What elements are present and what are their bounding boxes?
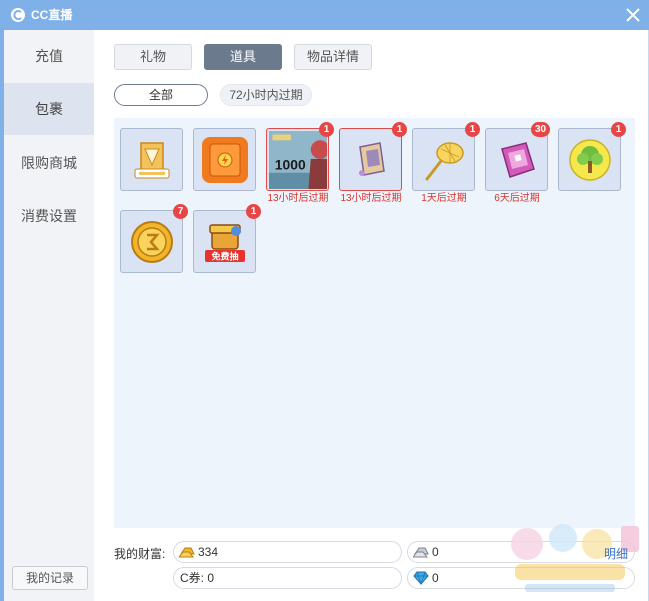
silver-ingot-icon [413,547,429,558]
item-count-badge: 1 [611,122,626,137]
item-count-badge: 7 [173,204,188,219]
item-slot[interactable]: 免费抽 [193,210,256,273]
free-draw-icon: 免费抽 [205,224,245,263]
red-envelope-icon [202,137,248,183]
sidebar: 充值 包裹 限购商城 消费设置 我的记录 [4,30,94,601]
item-expire-text: 13小时后过期 [340,193,402,204]
item-count-badge: 1 [465,122,480,137]
item-slot[interactable] [193,128,256,191]
c-coupon-value: C券: 0 [180,571,215,585]
cc-logo-icon [11,8,25,22]
title-bar: CC直播 [0,0,649,30]
sidebar-item-consume-settings[interactable]: 消费设置 [4,190,94,242]
item-count-badge: 1 [246,204,261,219]
item-slot[interactable] [412,128,475,191]
diamond-value: 0 [432,571,439,585]
item-count-badge: 1 [319,122,334,137]
tree-icon [569,139,611,181]
tab-item-details[interactable]: 物品详情 [294,44,372,70]
item-expire-text: 13小时后过期 [267,193,329,204]
tab-gifts[interactable]: 礼物 [114,44,192,70]
scroll-icon [359,142,385,176]
item-grid: 1000 免费抽 1 1 1 30 1 7 1 13小时后过期 13小时后过期 … [114,118,635,528]
item-slot[interactable] [120,128,183,191]
my-records-button[interactable]: 我的记录 [12,566,88,590]
card-1000-icon: 1000 [269,131,327,189]
free-draw-label: 免费抽 [211,251,238,263]
item-slot[interactable]: 1000 [266,128,329,191]
tab-props[interactable]: 道具 [204,44,282,70]
close-icon[interactable] [623,5,643,25]
item-expire-text: 1天后过期 [421,193,467,204]
wealth-detail-link[interactable]: 明细 [604,546,628,562]
card-value-text: 1000 [275,156,306,172]
item-count-badge: 1 [392,122,407,137]
item-count-badge: 30 [531,122,551,137]
ticket-icon [134,142,170,179]
item-expire-text: 6天后过期 [494,193,540,204]
gold-ingot-icon [179,547,195,558]
gold-balance: 334 [173,541,402,563]
sidebar-item-limited-shop[interactable]: 限购商城 [4,137,94,189]
butterfly-net-icon [425,142,464,181]
wealth-label: 我的财富: [114,547,166,561]
gold-coin-icon [131,221,173,263]
book-icon [501,142,535,178]
window-title: CC直播 [31,8,73,22]
silver-value: 0 [432,545,439,559]
c-coupon-balance: C券: 0 [173,567,402,589]
diamond-icon [413,571,429,585]
item-slot[interactable] [485,128,548,191]
sidebar-item-package[interactable]: 包裹 [4,83,94,135]
filter-all[interactable]: 全部 [114,84,208,106]
item-slot[interactable] [558,128,621,191]
item-slot[interactable] [339,128,402,191]
gold-value: 334 [198,545,219,559]
sidebar-item-recharge[interactable]: 充值 [4,30,94,82]
item-slot[interactable] [120,210,183,273]
filter-expiring-72h[interactable]: 72小时内过期 [220,84,312,106]
